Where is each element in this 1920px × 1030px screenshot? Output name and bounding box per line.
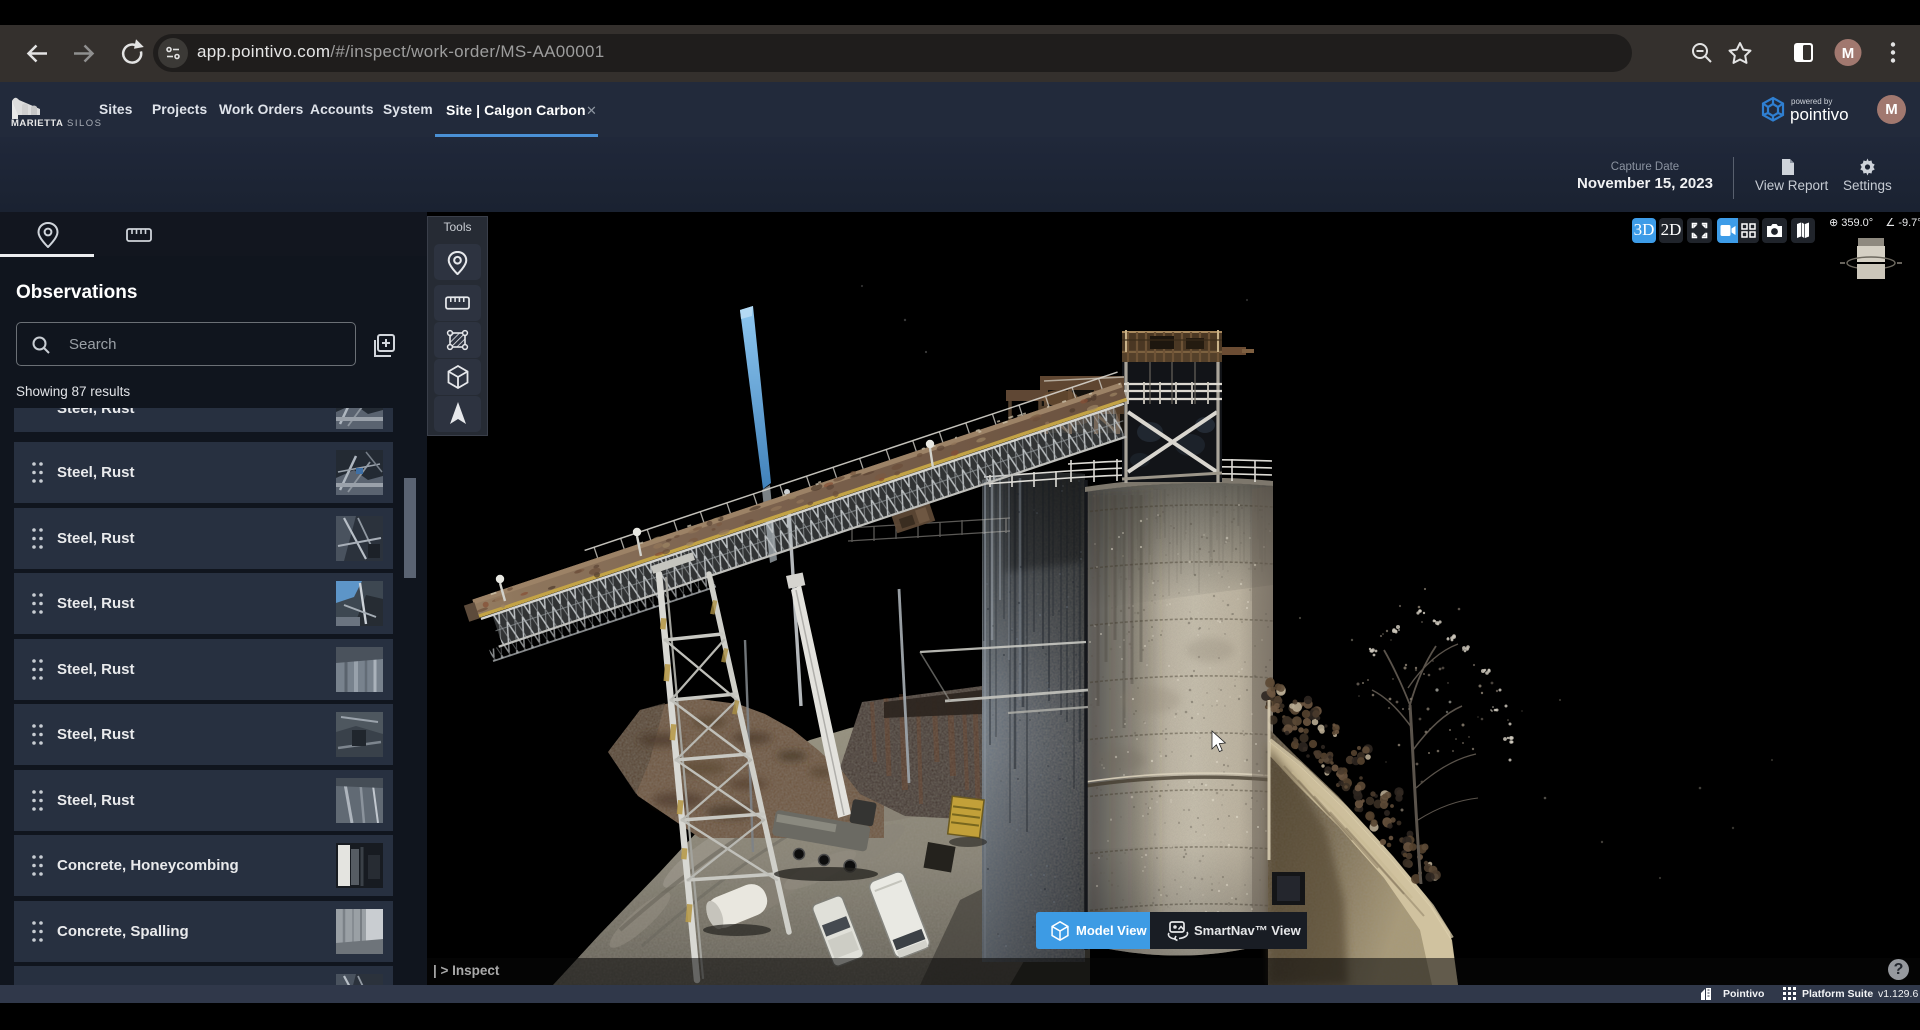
svg-text:pointivo: pointivo <box>1790 105 1849 124</box>
svg-text:M: M <box>1842 45 1855 62</box>
svg-text:MARIETTA: MARIETTA <box>11 118 63 129</box>
svg-text:SILOS: SILOS <box>67 118 103 129</box>
